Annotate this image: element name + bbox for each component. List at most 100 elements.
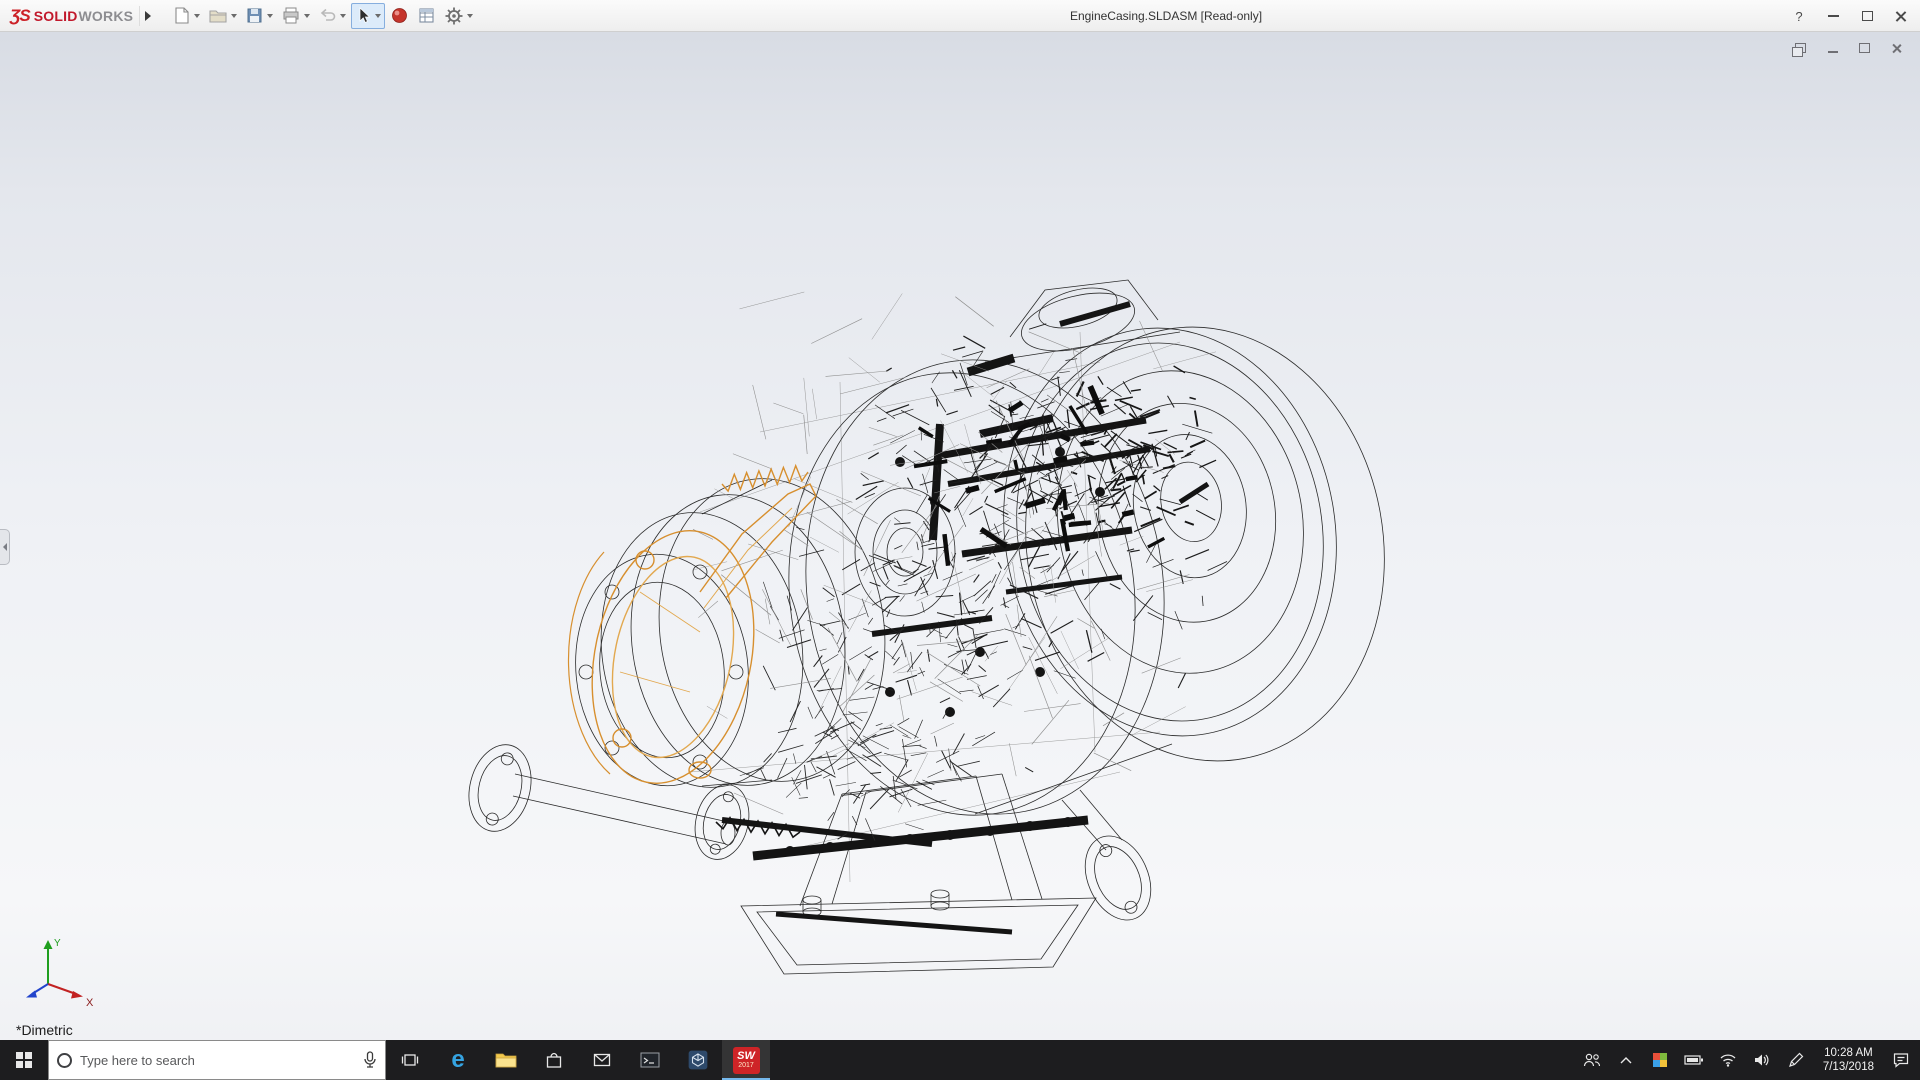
taskbar-clock[interactable]: 10:28 AM 7/13/2018 xyxy=(1815,1046,1882,1074)
reference-triad: Y X xyxy=(14,932,104,1008)
maximize-icon xyxy=(1859,43,1870,53)
taskbar-search-box[interactable] xyxy=(48,1040,386,1080)
save-floppy-icon xyxy=(245,6,264,25)
windows-logo-icon xyxy=(16,1052,32,1068)
open-button[interactable] xyxy=(205,3,240,29)
quick-access-toolbar xyxy=(169,3,476,29)
battery-icon xyxy=(1684,1054,1704,1066)
undo-button[interactable] xyxy=(315,3,349,29)
action-center-button[interactable] xyxy=(1886,1040,1916,1080)
search-input[interactable] xyxy=(80,1053,355,1068)
maximize-button[interactable] xyxy=(1850,0,1884,32)
chevron-down-icon[interactable] xyxy=(231,14,237,18)
y-axis-arrow xyxy=(44,940,53,949)
new-document-button[interactable] xyxy=(169,3,203,29)
tray-colored-app-button[interactable] xyxy=(1645,1040,1675,1080)
y-axis-label: Y xyxy=(54,938,61,949)
solidworks-logo: ƷS SOLID WORKS xyxy=(0,6,139,26)
properties-sheet-button[interactable] xyxy=(414,3,439,29)
new-document-icon xyxy=(172,6,191,25)
taskbar-app-edrawings[interactable] xyxy=(674,1040,722,1080)
help-icon: ? xyxy=(1795,9,1802,24)
solidworks-window: ƷS SOLID WORKS xyxy=(0,0,1920,1080)
taskbar-app-edge[interactable]: e xyxy=(434,1040,482,1080)
edge-icon: e xyxy=(451,1048,464,1072)
help-button[interactable]: ? xyxy=(1782,0,1816,32)
menu-expand-button[interactable] xyxy=(139,6,155,26)
close-button[interactable] xyxy=(1884,0,1918,32)
select-tool-button[interactable] xyxy=(351,3,385,29)
undo-arrow-icon xyxy=(318,6,337,25)
close-icon xyxy=(1895,10,1907,22)
document-maximize-button[interactable] xyxy=(1857,41,1872,55)
chevron-down-icon[interactable] xyxy=(340,14,346,18)
minimize-button[interactable] xyxy=(1816,0,1850,32)
document-minimize-button[interactable] xyxy=(1825,41,1840,55)
minimize-icon xyxy=(1828,51,1838,53)
save-button[interactable] xyxy=(242,3,276,29)
speaker-icon xyxy=(1753,1052,1771,1068)
x-axis-arrow xyxy=(71,991,83,999)
document-title: EngineCasing.SLDASM [Read-only] xyxy=(1070,0,1262,32)
start-button[interactable] xyxy=(0,1040,48,1080)
taskbar-app-mail[interactable] xyxy=(578,1040,626,1080)
dassault-3ds-icon: ƷS xyxy=(10,6,30,26)
cad-cube-icon xyxy=(687,1049,709,1071)
chevron-down-icon[interactable] xyxy=(194,14,200,18)
windows-taskbar: e xyxy=(0,1040,1920,1080)
chevron-up-icon xyxy=(1619,1055,1633,1065)
system-tray: 10:28 AM 7/13/2018 xyxy=(1577,1040,1920,1080)
people-button[interactable] xyxy=(1577,1040,1607,1080)
mail-envelope-icon xyxy=(592,1050,612,1070)
cortana-icon xyxy=(57,1053,72,1068)
battery-button[interactable] xyxy=(1679,1040,1709,1080)
window-controls: ? xyxy=(1782,0,1918,32)
solidworks-app-icon: SW 2017 xyxy=(733,1047,760,1074)
taskbar-app-store[interactable] xyxy=(530,1040,578,1080)
title-bar: ƷS SOLID WORKS xyxy=(0,0,1920,32)
clock-time: 10:28 AM xyxy=(1824,1046,1873,1060)
printer-icon xyxy=(281,6,301,25)
select-cursor-icon xyxy=(355,6,372,25)
taskbar-app-file-explorer[interactable] xyxy=(482,1040,530,1080)
people-icon xyxy=(1582,1051,1602,1069)
sheet-grid-icon xyxy=(417,6,436,25)
microphone-icon[interactable] xyxy=(363,1051,377,1069)
chevron-down-icon[interactable] xyxy=(304,14,310,18)
open-folder-icon xyxy=(208,6,228,25)
colored-app-icon xyxy=(1653,1053,1667,1067)
task-view-button[interactable] xyxy=(386,1040,434,1080)
options-button[interactable] xyxy=(441,3,476,29)
network-button[interactable] xyxy=(1713,1040,1743,1080)
task-view-icon xyxy=(400,1050,420,1070)
volume-button[interactable] xyxy=(1747,1040,1777,1080)
feature-panel-collapse-tab[interactable] xyxy=(0,529,10,565)
document-restore-button[interactable] xyxy=(1793,41,1808,55)
document-close-button[interactable] xyxy=(1889,41,1904,55)
chevron-down-icon[interactable] xyxy=(267,14,273,18)
cad-model-engine-casing[interactable] xyxy=(0,32,1920,1040)
x-axis-label: X xyxy=(86,997,94,1008)
action-center-icon xyxy=(1892,1051,1910,1069)
render-sphere-button[interactable] xyxy=(387,3,412,29)
graphics-viewport[interactable]: Y X *Dimetric xyxy=(0,32,1920,1040)
view-orientation-label: *Dimetric xyxy=(16,1022,73,1038)
clock-date: 7/13/2018 xyxy=(1823,1060,1874,1074)
file-explorer-icon xyxy=(494,1050,518,1070)
chevron-down-icon[interactable] xyxy=(467,14,473,18)
document-window-controls xyxy=(1793,41,1904,55)
brand-text-solid: SOLID xyxy=(34,8,78,24)
close-icon xyxy=(1891,43,1902,54)
chevron-left-icon xyxy=(3,543,7,551)
wifi-icon xyxy=(1719,1053,1737,1067)
minimize-icon xyxy=(1828,15,1839,17)
chevron-down-icon[interactable] xyxy=(375,14,381,18)
tray-overflow-button[interactable] xyxy=(1611,1040,1641,1080)
windows-ink-button[interactable] xyxy=(1781,1040,1811,1080)
taskbar-app-solidworks[interactable]: SW 2017 xyxy=(722,1040,770,1080)
red-sphere-icon xyxy=(390,6,409,25)
brand-text-works: WORKS xyxy=(79,8,134,24)
console-window-icon xyxy=(639,1050,661,1070)
taskbar-app-console[interactable] xyxy=(626,1040,674,1080)
print-button[interactable] xyxy=(278,3,313,29)
